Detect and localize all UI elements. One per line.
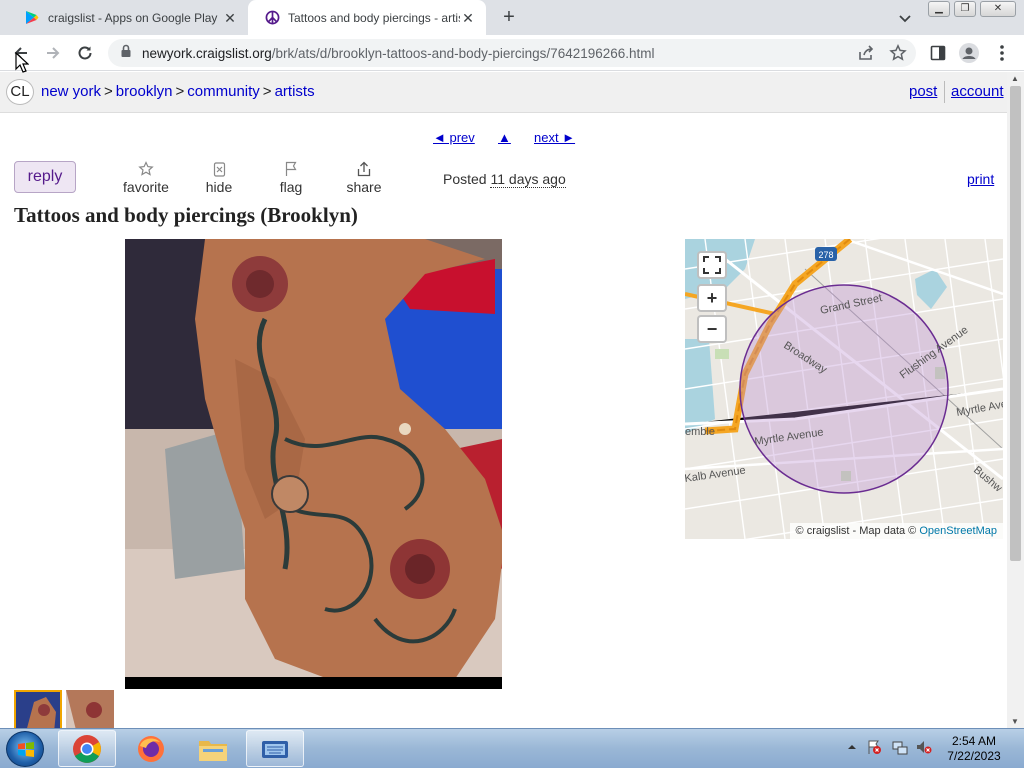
photo-bottom-bar (125, 677, 502, 689)
url-path: /brk/ats/d/brooklyn-tattoos-and-body-pie… (271, 45, 655, 61)
windows-taskbar: 2:54 AM 7/22/2023 (0, 728, 1024, 768)
star-icon (116, 160, 176, 178)
breadcrumb-brooklyn[interactable]: brooklyn (116, 83, 173, 100)
forward-arrow-icon[interactable] (40, 40, 66, 66)
tab-strip: craigslist - Apps on Google Play ✕ Tatto… (0, 0, 1024, 35)
action-center-flag-icon[interactable] (866, 739, 882, 755)
map-zoom-in-button[interactable]: + (697, 284, 727, 312)
share-label: share (346, 179, 382, 195)
bookmark-star-icon[interactable] (888, 43, 908, 63)
profile-avatar-icon[interactable] (959, 43, 979, 63)
share-icon (334, 160, 394, 178)
next-link[interactable]: next ► (534, 130, 575, 145)
flag-icon (261, 160, 321, 178)
map-attribution-text: © craigslist - Map data © (795, 525, 917, 537)
taskbar-keyboard-app-icon[interactable] (246, 730, 304, 767)
breadcrumb: new york > brooklyn > community > artists (41, 83, 315, 100)
breadcrumb-separator: > (262, 83, 272, 100)
url-host: newyork.craigslist.org (142, 45, 272, 61)
print-link[interactable]: print (967, 171, 994, 187)
reload-icon[interactable] (72, 40, 98, 66)
up-link[interactable]: ▲ (498, 130, 511, 145)
mouse-cursor-icon (15, 51, 30, 79)
account-link[interactable]: account (951, 83, 1004, 100)
map-zoom-out-button[interactable]: − (697, 315, 727, 343)
tab-title: Tattoos and body piercings - artis (288, 10, 460, 25)
minimize-window-icon[interactable]: ▁ (928, 1, 950, 17)
reply-button[interactable]: reply (14, 161, 76, 193)
page-content: CL new york > brooklyn > community > artists p… (0, 72, 1007, 728)
thumbnail-2[interactable] (66, 690, 114, 728)
tab-title: craigslist - Apps on Google Play (48, 10, 218, 25)
map-fullscreen-icon[interactable] (697, 251, 727, 279)
restore-window-icon[interactable]: ❐ (954, 1, 976, 17)
side-panel-icon[interactable] (928, 43, 948, 63)
breadcrumb-artists[interactable]: artists (275, 83, 315, 100)
close-window-icon[interactable]: ✕ (980, 1, 1016, 17)
prev-link[interactable]: ◄ prev (433, 130, 475, 145)
header-divider (944, 81, 945, 103)
post-link[interactable]: post (909, 83, 937, 100)
lock-icon (120, 44, 132, 63)
menu-kebab-icon[interactable] (992, 43, 1012, 63)
google-play-icon (24, 10, 40, 26)
taskbar-clock[interactable]: 2:54 AM 7/22/2023 (938, 734, 1010, 764)
map-label-emble: emble (685, 426, 715, 438)
taskbar-chrome-icon[interactable] (58, 730, 116, 767)
start-button-windows-icon[interactable] (6, 731, 44, 767)
address-bar[interactable]: newyork.craigslist.org/brk/ats/d/brookly… (108, 39, 916, 67)
map-attribution: © craigslist - Map data © OpenStreetMap (789, 523, 1003, 539)
favorite-button[interactable]: favorite (116, 160, 176, 195)
location-map[interactable]: 278 Grand Street Broadway Flushing Avenu… (685, 239, 1003, 539)
map-label-278: 278 (818, 250, 833, 260)
tab-google-play[interactable]: craigslist - Apps on Google Play ✕ (8, 0, 248, 35)
url-text: newyork.craigslist.org/brk/ats/d/brookly… (142, 46, 655, 61)
hide-label: hide (205, 179, 233, 195)
browser-toolbar: newyork.craigslist.org/brk/ats/d/brookly… (0, 35, 1024, 71)
clock-time: 2:54 AM (951, 734, 997, 748)
craigslist-logo[interactable]: CL (6, 79, 34, 105)
tab-search-chevron-icon[interactable] (896, 9, 914, 27)
close-tab-icon[interactable]: ✕ (222, 10, 238, 26)
thumbnail-1[interactable] (14, 690, 62, 728)
breadcrumb-bar: CL new york > brooklyn > community > artists p… (0, 72, 1007, 113)
posting-title: Tattoos and body piercings (Brooklyn) (14, 203, 358, 227)
breadcrumb-new-york[interactable]: new york (41, 83, 101, 100)
share-button[interactable]: share (334, 160, 394, 195)
peace-icon (264, 10, 280, 26)
taskbar-firefox-icon[interactable] (122, 730, 180, 767)
breadcrumb-separator: > (175, 83, 185, 100)
hide-trash-icon (189, 160, 249, 178)
favorite-label: favorite (123, 179, 169, 195)
posted-label: Posted (443, 171, 487, 187)
network-icon[interactable] (892, 739, 908, 755)
hide-button[interactable]: hide (189, 160, 249, 195)
flag-button[interactable]: flag (261, 160, 321, 195)
close-tab-icon[interactable]: ✕ (460, 10, 476, 26)
posted-date: Posted 11 days ago (443, 171, 566, 188)
posting-photo[interactable] (125, 239, 502, 689)
share-page-icon[interactable] (856, 43, 876, 63)
openstreetmap-link[interactable]: OpenStreetMap (919, 525, 997, 537)
scroll-up-arrow-icon[interactable]: ▲ (1011, 74, 1019, 83)
flag-label: flag (279, 179, 303, 195)
page-scrollbar[interactable]: ▲ ▼ (1007, 72, 1024, 728)
breadcrumb-community[interactable]: community (187, 83, 260, 100)
show-hidden-icons-arrow-icon[interactable] (844, 739, 860, 755)
taskbar-explorer-folder-icon[interactable] (184, 730, 242, 767)
volume-muted-icon[interactable] (916, 739, 932, 755)
new-tab-plus-icon[interactable]: + (498, 6, 520, 28)
scrollbar-thumb[interactable] (1010, 86, 1021, 561)
clock-date: 7/22/2023 (947, 749, 1001, 763)
scroll-down-arrow-icon[interactable]: ▼ (1011, 717, 1019, 726)
posted-ago: 11 days ago (490, 171, 566, 188)
tab-craigslist-post[interactable]: Tattoos and body piercings - artis ✕ (248, 0, 486, 35)
breadcrumb-separator: > (104, 83, 113, 100)
